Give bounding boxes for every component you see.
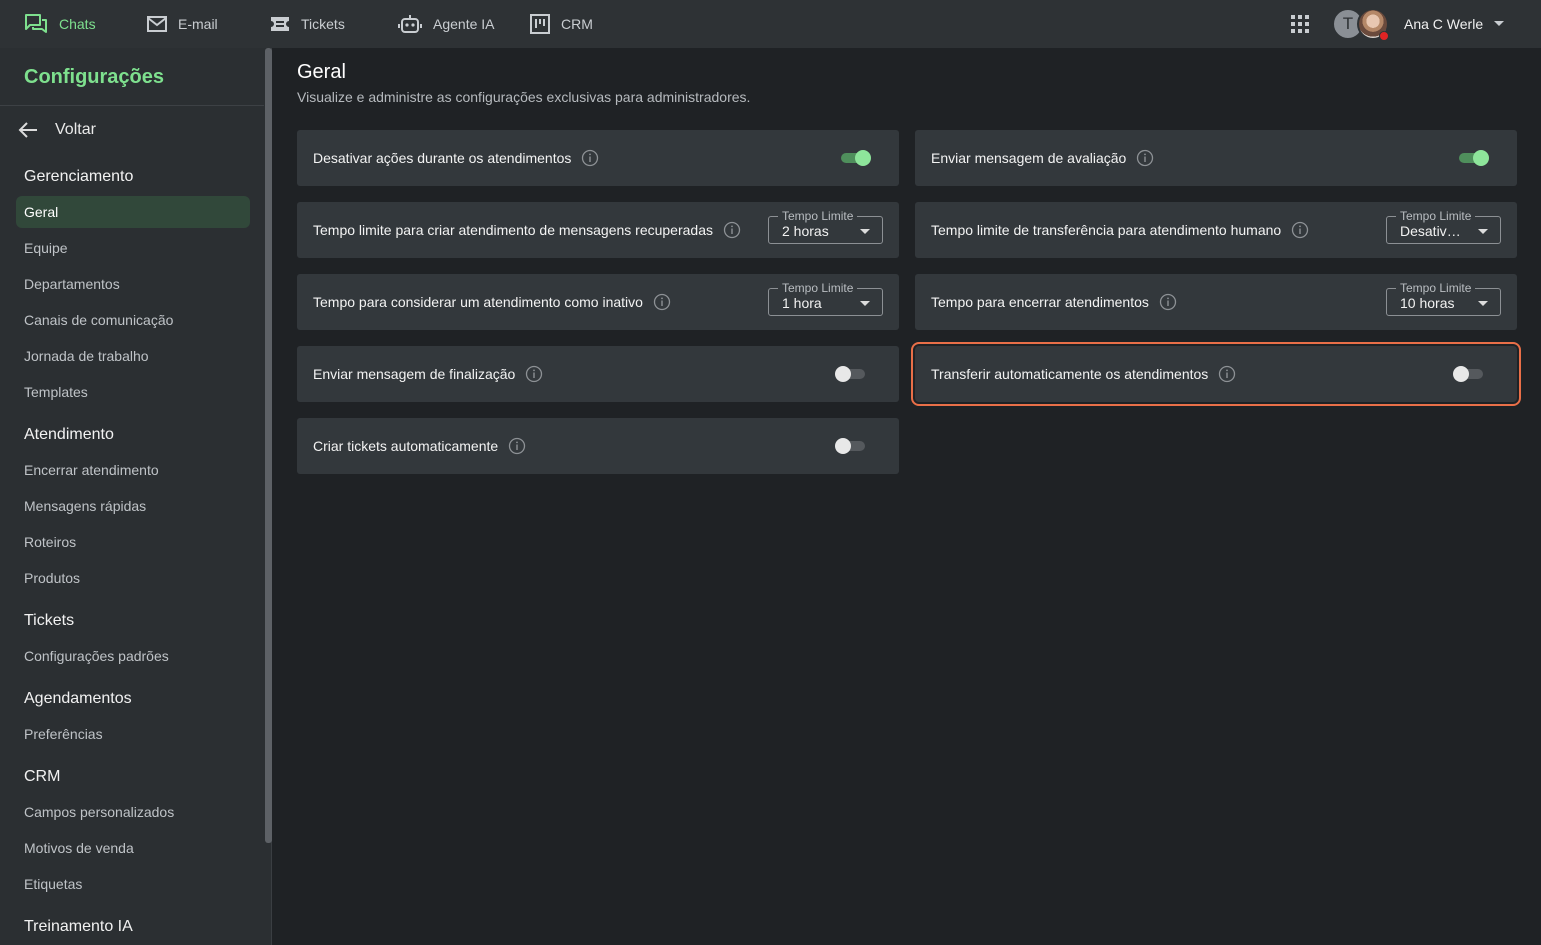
info-icon[interactable]: [508, 437, 526, 455]
sidebar-item-roteiros[interactable]: Roteiros: [24, 534, 76, 550]
setting-label: Criar tickets automaticamente: [313, 438, 499, 454]
select-legend: Tempo Limite: [778, 281, 858, 295]
setting-label: Tempo limite de transferência para atend…: [931, 222, 1282, 238]
nav-chats[interactable]: Chats: [24, 0, 96, 48]
status-indicator: [1379, 31, 1389, 41]
nav-label: Chats: [59, 16, 96, 32]
toggle-switch[interactable]: [835, 438, 867, 454]
section-heading-tickets: Tickets: [24, 612, 75, 629]
chevron-down-icon: [860, 229, 870, 234]
select-legend: Tempo Limite: [778, 209, 858, 223]
select-legend: Tempo Limite: [1396, 281, 1476, 295]
setting-label: Tempo para considerar um atendimento com…: [313, 294, 643, 310]
setting-card: Desativar ações durante os atendimentos: [297, 130, 899, 186]
select-value: 2 horas: [782, 223, 829, 239]
user-name[interactable]: Ana C Werle: [1404, 16, 1483, 32]
settings-sidebar: Configurações Voltar Gerenciamento Geral…: [0, 48, 272, 945]
sidebar-item-departamentos[interactable]: Departamentos: [24, 276, 120, 292]
sidebar-item-configuracoes-padroes[interactable]: Configurações padrões: [24, 648, 169, 664]
select-value: Desativado: [1400, 223, 1464, 239]
section-heading-treinamento-ia: Treinamento IA: [24, 918, 133, 935]
sidebar-item-preferencias[interactable]: Preferências: [24, 726, 103, 742]
toggle-switch[interactable]: [839, 150, 871, 166]
section-heading-agendamentos: Agendamentos: [24, 690, 132, 707]
setting-label: Tempo para encerrar atendimentos: [931, 294, 1149, 310]
time-limit-select[interactable]: Tempo Limite Desativado: [1386, 209, 1501, 244]
ticket-icon: [271, 17, 289, 31]
setting-card: Tempo para considerar um atendimento com…: [297, 274, 899, 330]
setting-card: Tempo limite de transferência para atend…: [915, 202, 1517, 258]
info-icon[interactable]: [1218, 365, 1236, 383]
chevron-down-icon: [1478, 301, 1488, 306]
sidebar-item-campos-personalizados[interactable]: Campos personalizados: [24, 804, 174, 820]
apps-grid-icon[interactable]: [1290, 14, 1310, 34]
sidebar-item-equipe[interactable]: Equipe: [24, 240, 68, 256]
kanban-icon: [530, 14, 550, 34]
nav-label: E-mail: [178, 16, 218, 32]
divider: [0, 105, 264, 106]
sidebar-item-mensagens-rapidas[interactable]: Mensagens rápidas: [24, 498, 146, 514]
page-title: Geral: [297, 61, 346, 83]
time-limit-select[interactable]: Tempo Limite 1 hora: [768, 281, 883, 316]
select-value: 10 horas: [1400, 295, 1455, 311]
setting-label: Enviar mensagem de avaliação: [931, 150, 1127, 166]
setting-card: Enviar mensagem de avaliação: [915, 130, 1517, 186]
setting-card: Tempo para encerrar atendimentos Tempo L…: [915, 274, 1517, 330]
info-icon[interactable]: [1291, 221, 1309, 239]
robot-icon: [398, 15, 422, 33]
info-icon[interactable]: [1136, 149, 1154, 167]
arrow-left-icon: [18, 122, 37, 138]
nav-label: Tickets: [301, 16, 345, 32]
setting-label: Tempo limite para criar atendimento de m…: [313, 222, 713, 238]
info-icon[interactable]: [653, 293, 671, 311]
time-limit-select[interactable]: Tempo Limite 10 horas: [1386, 281, 1501, 316]
info-icon[interactable]: [723, 221, 741, 239]
setting-card: Criar tickets automaticamente: [297, 418, 899, 474]
chevron-down-icon: [860, 301, 870, 306]
toggle-switch[interactable]: [1453, 366, 1485, 382]
sidebar-item-geral[interactable]: Geral: [16, 196, 250, 228]
info-icon[interactable]: [1159, 293, 1177, 311]
setting-card: Tempo limite para criar atendimento de m…: [297, 202, 899, 258]
setting-card-highlighted: Transferir automaticamente os atendiment…: [911, 342, 1521, 406]
setting-label: Enviar mensagem de finalização: [313, 366, 516, 382]
nav-crm[interactable]: CRM: [530, 0, 593, 48]
info-icon[interactable]: [581, 149, 599, 167]
nav-email[interactable]: E-mail: [147, 0, 218, 48]
sidebar-item-templates[interactable]: Templates: [24, 384, 88, 400]
section-heading-atendimento: Atendimento: [24, 426, 114, 443]
sidebar-item-encerrar[interactable]: Encerrar atendimento: [24, 462, 159, 478]
select-legend: Tempo Limite: [1396, 209, 1476, 223]
chevron-down-icon[interactable]: [1493, 20, 1505, 28]
back-label: Voltar: [55, 121, 96, 138]
nav-tickets[interactable]: Tickets: [270, 0, 345, 48]
section-heading-crm: CRM: [24, 768, 61, 785]
time-limit-select[interactable]: Tempo Limite 2 horas: [768, 209, 883, 244]
nav-label: CRM: [561, 16, 593, 32]
section-heading-gerenciamento: Gerenciamento: [24, 168, 134, 185]
nav-agente-ia[interactable]: Agente IA: [398, 0, 495, 48]
info-icon[interactable]: [525, 365, 543, 383]
nav-label: Agente IA: [433, 16, 495, 32]
sidebar-scrollbar[interactable]: [265, 48, 272, 843]
toggle-switch[interactable]: [835, 366, 867, 382]
toggle-switch[interactable]: [1457, 150, 1489, 166]
setting-label: Transferir automaticamente os atendiment…: [931, 366, 1209, 382]
setting-label: Desativar ações durante os atendimentos: [313, 150, 572, 166]
sidebar-item-canais[interactable]: Canais de comunicação: [24, 312, 173, 328]
sidebar-item-motivos-venda[interactable]: Motivos de venda: [24, 840, 134, 856]
page-subtitle: Visualize e administre as configurações …: [297, 89, 751, 105]
chevron-down-icon: [1478, 229, 1488, 234]
sidebar-title: Configurações: [24, 66, 165, 88]
sidebar-item-produtos[interactable]: Produtos: [24, 570, 80, 586]
setting-card: Enviar mensagem de finalização: [297, 346, 899, 402]
select-value: 1 hora: [782, 295, 822, 311]
sidebar-item-etiquetas[interactable]: Etiquetas: [24, 876, 82, 892]
top-navigation-bar: Chats E-mail Tickets Agente IA CRM T Ana…: [0, 0, 1541, 48]
mail-icon: [147, 16, 167, 32]
back-button[interactable]: Voltar: [18, 118, 96, 142]
sidebar-item-jornada[interactable]: Jornada de trabalho: [24, 348, 149, 364]
chat-icon: [25, 14, 47, 33]
